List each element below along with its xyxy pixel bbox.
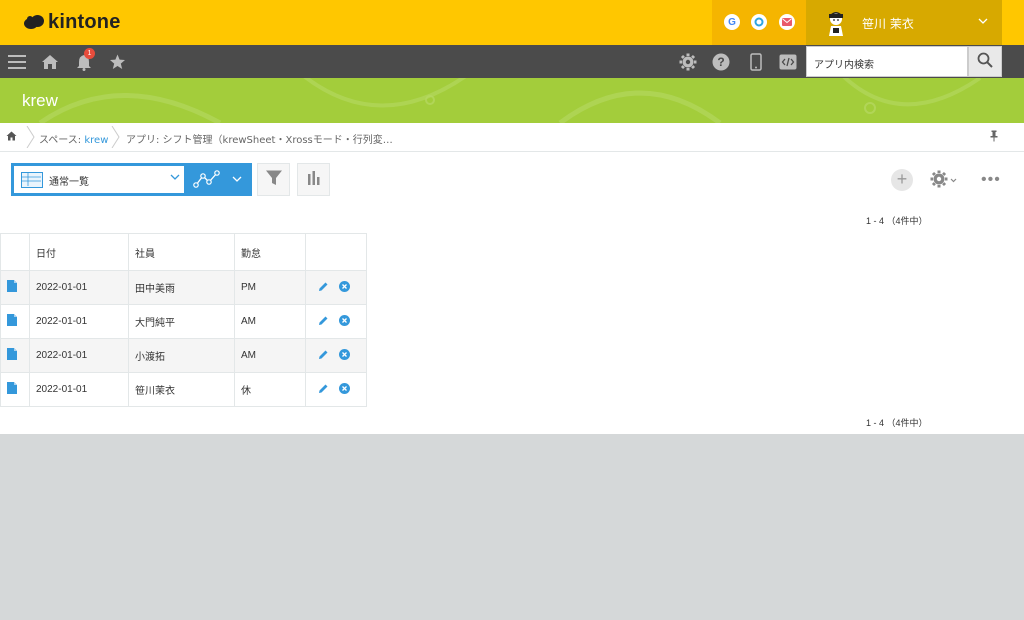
edit-icon[interactable] [318, 315, 329, 329]
service-links: G [712, 0, 806, 45]
cell-employee: 笹川茉衣 [128, 372, 235, 407]
cell-date: 2022-01-01 [29, 304, 129, 339]
breadcrumb-space[interactable]: スペース: krew [39, 131, 108, 146]
document-icon [7, 314, 17, 326]
record-detail-cell[interactable] [0, 372, 30, 407]
pin-icon[interactable] [990, 130, 998, 145]
cell-date: 2022-01-01 [29, 372, 129, 407]
record-detail-cell[interactable] [0, 304, 30, 339]
breadcrumb-space-link[interactable]: krew [84, 135, 108, 146]
user-name: 笹川 茉衣 [862, 17, 914, 31]
column-header-employee[interactable]: 社員 [128, 233, 235, 271]
graph-icon [193, 170, 220, 188]
mail-icon[interactable] [779, 14, 795, 30]
cell-attendance: 休 [234, 372, 306, 407]
table-row: 2022-01-01 笹川茉衣 休 [0, 372, 367, 407]
space-header-decoration [38, 78, 982, 123]
record-detail-cell[interactable] [0, 338, 30, 373]
google-icon[interactable]: G [724, 14, 740, 30]
records-table: 日付 社員 勤怠 2022-01-01 田中美雨 PM 2022-01-01 大… [0, 233, 367, 407]
app-settings-button[interactable] [930, 170, 958, 194]
cell-date: 2022-01-01 [29, 270, 129, 305]
chart-button[interactable] [297, 163, 330, 196]
mobile-icon[interactable] [746, 52, 766, 72]
record-detail-cell[interactable] [0, 270, 30, 305]
cell-date: 2022-01-01 [29, 338, 129, 373]
gear-icon[interactable] [678, 52, 698, 72]
document-icon [7, 280, 17, 292]
space-title: krew [22, 91, 58, 110]
gear-icon [930, 170, 948, 188]
more-options-button[interactable]: ••• [981, 171, 1001, 189]
menu-icon[interactable] [7, 52, 27, 72]
column-header-actions [305, 233, 367, 271]
column-header-attendance[interactable]: 勤怠 [234, 233, 306, 271]
delete-icon[interactable] [339, 314, 350, 329]
cell-attendance: PM [234, 270, 306, 305]
home-icon[interactable] [40, 52, 60, 72]
document-icon [7, 348, 17, 360]
logo-text: kintone [48, 10, 121, 33]
breadcrumb-home-icon[interactable] [6, 131, 17, 144]
edit-icon[interactable] [318, 349, 329, 363]
table-row: 2022-01-01 小渡拓 AM [0, 338, 367, 373]
breadcrumb-separator [111, 126, 120, 148]
breadcrumb-separator [26, 126, 35, 148]
bar-chart-icon [306, 170, 322, 190]
chevron-down-icon [978, 14, 988, 28]
edit-icon[interactable] [318, 281, 329, 295]
cell-employee: 小渡拓 [128, 338, 235, 373]
user-menu[interactable]: 笹川 茉衣 [806, 0, 1002, 45]
view-selector[interactable]: 通常一覧 [11, 163, 187, 196]
garoon-icon[interactable] [751, 14, 767, 30]
column-header-date[interactable]: 日付 [29, 233, 129, 271]
kintone-logo[interactable]: kintone [24, 11, 121, 33]
edit-icon[interactable] [318, 383, 329, 397]
cell-attendance: AM [234, 304, 306, 339]
pagination-bottom: 1 - 4 （4件中） [866, 418, 928, 428]
cell-employee: 田中美雨 [128, 270, 235, 305]
document-icon [7, 382, 17, 394]
delete-icon[interactable] [339, 348, 350, 363]
view-name: 通常一覧 [49, 177, 89, 188]
breadcrumb-space-prefix: スペース: [39, 135, 82, 146]
table-header-icon [0, 233, 30, 271]
svg-text:?: ? [717, 55, 724, 69]
breadcrumb: スペース: krew アプリ: シフト管理（krewSheet・Xrossモード… [0, 123, 1024, 152]
app-search-input[interactable]: アプリ内検索 [806, 46, 968, 77]
kintone-logo-icon [24, 15, 44, 29]
delete-icon[interactable] [339, 280, 350, 295]
table-view-icon [21, 172, 43, 188]
code-icon[interactable] [778, 52, 798, 72]
delete-icon[interactable] [339, 382, 350, 397]
pagination-top: 1 - 4 （4件中） [866, 216, 928, 226]
star-icon[interactable] [107, 52, 127, 72]
help-icon[interactable]: ? [711, 52, 731, 72]
space-header: krew [0, 78, 1024, 123]
table-row: 2022-01-01 大門純平 AM [0, 304, 367, 339]
filter-icon [265, 169, 283, 191]
cell-employee: 大門純平 [128, 304, 235, 339]
notification-badge: 1 [84, 48, 95, 59]
cell-attendance: AM [234, 338, 306, 373]
table-row: 2022-01-01 田中美雨 PM [0, 270, 367, 305]
search-icon [977, 52, 993, 72]
avatar [824, 9, 850, 37]
search-button[interactable] [968, 46, 1002, 77]
chevron-down-icon [170, 171, 180, 184]
graph-menu-button[interactable] [187, 163, 252, 196]
add-record-button[interactable]: + [891, 169, 913, 191]
breadcrumb-app[interactable]: アプリ: シフト管理（krewSheet・Xrossモード・行列変… [126, 131, 393, 146]
filter-button[interactable] [257, 163, 290, 196]
